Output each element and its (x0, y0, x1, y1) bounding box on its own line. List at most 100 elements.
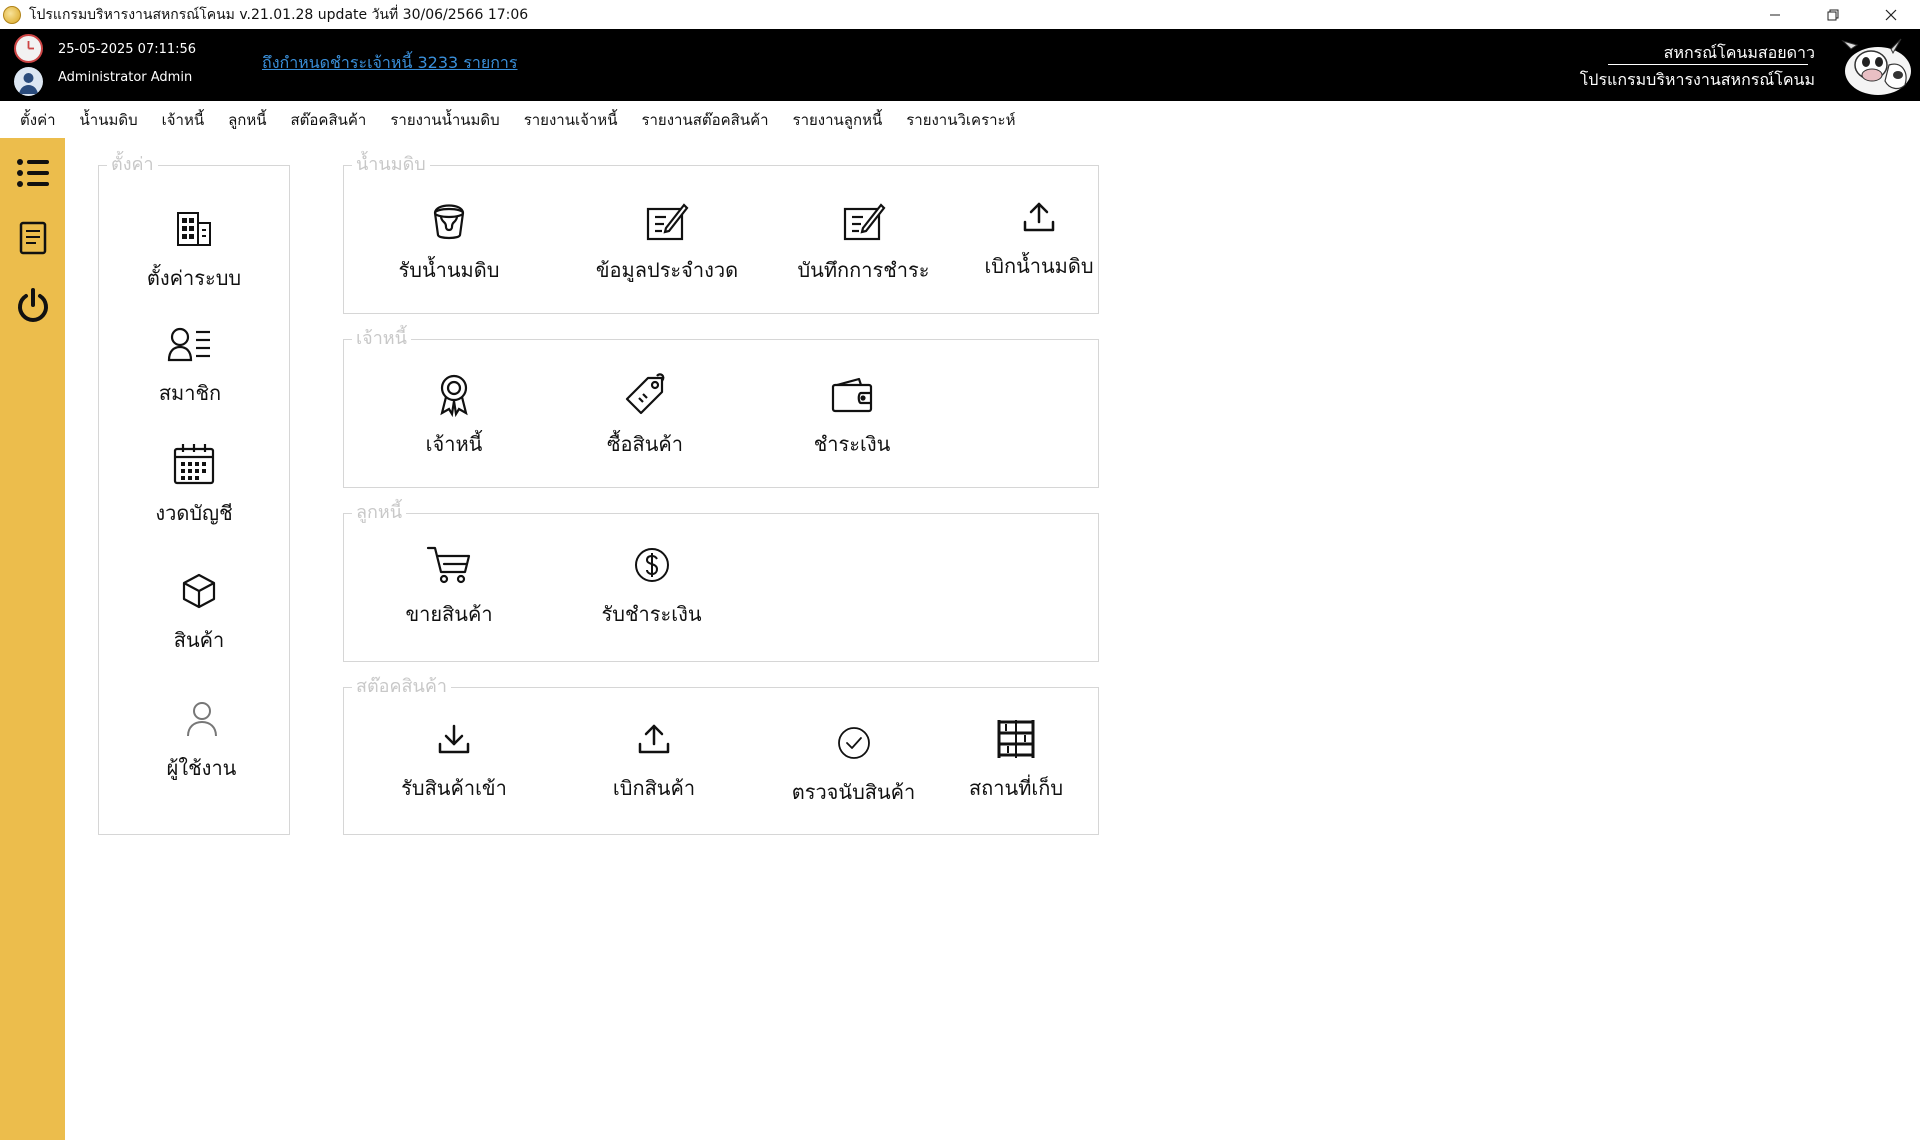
clock-icon (14, 34, 43, 63)
logout-button[interactable] (14, 287, 52, 325)
main-menu-bar: ตั้งค่า น้ำนมดิบ เจ้าหนี้ ลูกหนี้ สต๊อคส… (0, 101, 1920, 138)
debtors-group: ลูกหนี้ ขายสินค้า รับชำระเงิน (343, 502, 1099, 662)
menu-stock-report[interactable]: รายงานสต๊อคสินค้า (631, 108, 782, 132)
price-tag-icon (622, 372, 668, 418)
upload-icon (1016, 194, 1062, 240)
cow-logo-icon (1841, 38, 1911, 95)
users-tile[interactable]: ผู้ใช้งาน (99, 696, 304, 784)
document-icon (19, 221, 47, 255)
menu-debtor-report[interactable]: รายงานลูกหนี้ (783, 108, 897, 132)
withdraw-raw-milk-tile[interactable]: เบิกน้ำนมดิบ (954, 194, 1124, 282)
close-button[interactable] (1862, 0, 1920, 29)
menu-settings[interactable]: ตั้งค่า (10, 108, 70, 132)
tile-label: ซื้อสินค้า (606, 432, 684, 456)
tile-label: ชำระเงิน (813, 432, 891, 456)
left-sidebar (0, 138, 65, 1140)
download-icon (431, 716, 477, 762)
document-button[interactable] (14, 219, 52, 257)
products-tile[interactable]: สินค้า (99, 568, 299, 656)
window-controls (1746, 0, 1920, 29)
creditor-tile[interactable]: เจ้าหนี้ (394, 372, 514, 460)
restore-button[interactable] (1804, 0, 1862, 29)
tile-label: ขายสินค้า (405, 602, 493, 626)
tile-label: เบิกสินค้า (612, 776, 696, 800)
stock-group: สต๊อคสินค้า รับสินค้าเข้า เบิกสินค้า ตรว… (343, 676, 1099, 835)
menu-list-button[interactable] (14, 154, 52, 192)
milk-bucket-icon (426, 198, 472, 244)
tile-label: สมาชิก (158, 381, 222, 405)
user-avatar-icon (14, 67, 43, 96)
building-icon (171, 206, 217, 252)
logged-in-user: Administrator Admin (58, 70, 193, 85)
calendar-icon (171, 441, 217, 487)
receive-raw-milk-tile[interactable]: รับน้ำนมดิบ (374, 198, 524, 286)
system-settings-tile[interactable]: ตั้งค่าระบบ (99, 206, 289, 294)
header-divider (1608, 64, 1808, 65)
user-icon (179, 696, 225, 742)
purchase-products-tile[interactable]: ซื้อสินค้า (580, 372, 710, 460)
settings-group-legend: ตั้งค่า (107, 154, 158, 176)
cart-icon (426, 542, 472, 588)
tile-label: บันทึกการชำระ (797, 258, 930, 282)
menu-raw-milk-report[interactable]: รายงานน้ำนมดิบ (380, 108, 513, 132)
raw-milk-group: น้ำนมดิบ รับน้ำนมดิบ ข้อมูลประจำงวด บันท… (343, 154, 1099, 314)
member-list-icon (167, 321, 213, 367)
box-icon (176, 568, 222, 614)
upload-icon (631, 716, 677, 762)
current-datetime: 25-05-2025 07:11:56 (58, 42, 197, 57)
menu-analysis-report[interactable]: รายงานวิเคราะห์ (896, 108, 1029, 132)
accounting-period-tile[interactable]: งวดบัญชี (99, 441, 289, 529)
stock-group-legend: สต๊อคสินค้า (352, 676, 451, 698)
wallet-icon (829, 372, 875, 418)
tile-label: ผู้ใช้งาน (166, 756, 237, 780)
dollar-coin-icon (629, 542, 675, 588)
tile-label: ตรวจนับสินค้า (791, 780, 916, 804)
menu-debtors[interactable]: ลูกหนี้ (218, 108, 280, 132)
creditors-group-legend: เจ้าหนี้ (352, 328, 411, 350)
tile-label: สถานที่เก็บ (968, 776, 1064, 800)
menu-stock[interactable]: สต๊อคสินค้า (281, 108, 381, 132)
storage-location-tile[interactable]: สถานที่เก็บ (941, 716, 1091, 804)
tile-label: เจ้าหนี้ (425, 432, 483, 456)
menu-creditors[interactable]: เจ้าหนี้ (152, 108, 218, 132)
settings-group: ตั้งค่า ตั้งค่าระบบ สมาชิก งวดบัญชี สินค… (98, 154, 290, 835)
tile-label: สินค้า (173, 628, 225, 652)
debtors-group-legend: ลูกหนี้ (352, 502, 407, 524)
tile-label: ข้อมูลประจำงวด (595, 258, 739, 282)
stock-count-tile[interactable]: ตรวจนับสินค้า (766, 720, 941, 808)
minimize-icon (1770, 14, 1780, 15)
members-tile[interactable]: สมาชิก (99, 321, 281, 409)
app-icon (3, 5, 21, 24)
payment-record-tile[interactable]: บันทึกการชำระ (771, 198, 956, 286)
restore-icon (1827, 9, 1839, 20)
receive-stock-tile[interactable]: รับสินค้าเข้า (374, 716, 534, 804)
app-header: 25-05-2025 07:11:56 Administrator Admin … (0, 29, 1920, 101)
raw-milk-group-legend: น้ำนมดิบ (352, 154, 430, 176)
minimize-button[interactable] (1746, 0, 1804, 29)
tile-label: รับสินค้าเข้า (401, 776, 507, 800)
tile-label: เบิกน้ำนมดิบ (984, 254, 1094, 278)
tile-label: รับชำระเงิน (601, 602, 702, 626)
creditors-group: เจ้าหนี้ เจ้าหนี้ ซื้อสินค้า ชำระเงิน (343, 328, 1099, 488)
cooperative-name: สหกรณ์โคนมสอยดาว (1663, 43, 1815, 62)
program-name: โปรแกรมบริหารงานสหกรณ์โคนม (1579, 70, 1815, 89)
payment-tile[interactable]: ชำระเงิน (787, 372, 917, 460)
tile-label: รับน้ำนมดิบ (398, 258, 500, 282)
edit-icon (644, 198, 690, 244)
edit-icon (841, 198, 887, 244)
check-circle-icon (831, 720, 877, 766)
period-data-tile[interactable]: ข้อมูลประจำงวด (577, 198, 757, 286)
list-icon (17, 159, 49, 187)
close-icon (1885, 9, 1897, 20)
shelf-icon (993, 716, 1039, 762)
menu-raw-milk[interactable]: น้ำนมดิบ (70, 108, 152, 132)
menu-creditor-report[interactable]: รายงานเจ้าหนี้ (514, 108, 632, 132)
receive-payment-tile[interactable]: รับชำระเงิน (584, 542, 719, 630)
tile-label: งวดบัญชี (155, 501, 233, 525)
creditor-due-alert-link[interactable]: ถึงกำหนดชำระเจ้าหนี้ 3233 รายการ (262, 51, 518, 76)
withdraw-stock-tile[interactable]: เบิกสินค้า (589, 716, 719, 804)
window-title-bar: โปรแกรมบริหารงานสหกรณ์โคนม v.21.01.28 up… (0, 0, 1920, 29)
sell-products-tile[interactable]: ขายสินค้า (374, 542, 524, 630)
badge-icon (431, 372, 477, 418)
window-title: โปรแกรมบริหารงานสหกรณ์โคนม v.21.01.28 up… (29, 6, 529, 23)
